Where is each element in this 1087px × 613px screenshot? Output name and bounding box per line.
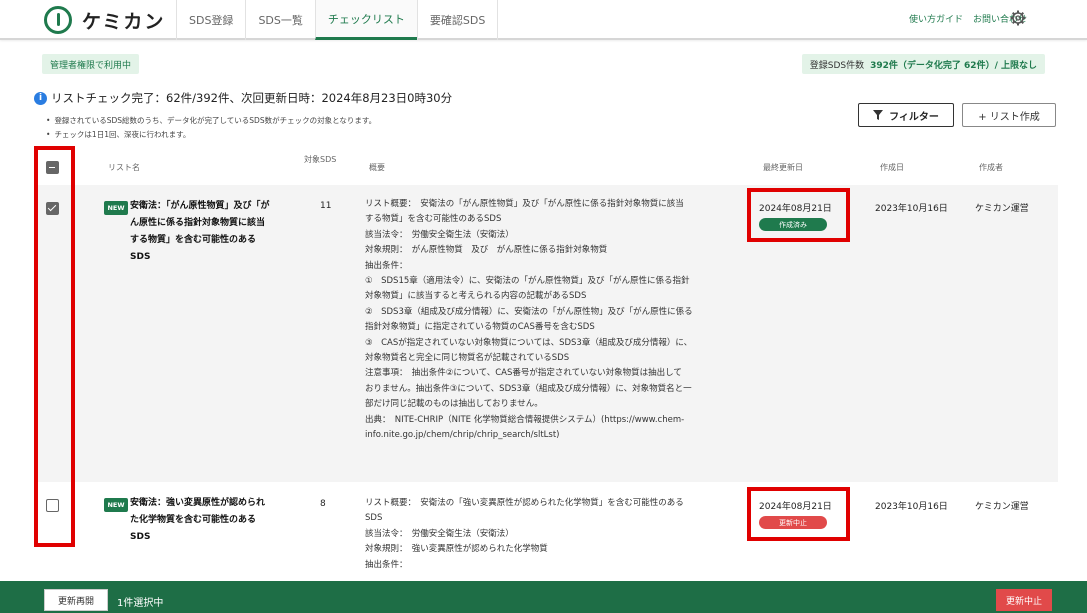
- registered-sds-label: 登録SDS件数: [809, 60, 865, 71]
- summary-line: 注意事項： 抽出条件②について、CAS番号が指定されていない対象物質は抽出して: [365, 368, 682, 379]
- list-summary: リスト概要： 安衛法の「がん原性物質」及び「がん原性に係る指針対象物質に該当 す…: [365, 197, 745, 444]
- summary-line: おりません。抽出条件③について、SDS3章（組成及び成分情報）に、対象物質名と一: [365, 383, 692, 394]
- list-name-line: 安衛法：「がん原性物質」及び「が: [130, 201, 270, 211]
- summary-line: ② SDS3章（組成及び成分情報）に、安衛法の「がん原性物」及び「がん原性に係る: [365, 306, 693, 317]
- author: ケミカン運営: [975, 204, 1029, 214]
- check-status-text: リストチェック完了：62件/392件、次回更新日時：2024年8月23日0時30…: [51, 91, 453, 105]
- logo-icon: [44, 6, 72, 34]
- table-row[interactable]: NEW 安衛法：「がん原性物質」及び「が ん原性に係る指針対象物質に該当 する物…: [34, 185, 1058, 482]
- list-name-line: SDS: [130, 532, 151, 542]
- usage-guide-link[interactable]: 使い方ガイド: [909, 12, 963, 25]
- summary-line: 出典： NITE-CHRIP（NITE 化学物質総合情報提供システム）(http…: [365, 414, 685, 425]
- summary-line: 部だけ同じ記載のものは抽出しておりません。: [365, 399, 543, 410]
- created-date: 2023年10月16日: [875, 502, 948, 512]
- tab-review-sds[interactable]: 要確認SDS: [416, 0, 499, 40]
- header-last-updated: 最終更新日: [763, 163, 803, 172]
- summary-line: 指針対象物質」に指定されている物質のCAS番号を含むSDS: [365, 322, 595, 333]
- status-note: チェックは1日1回、深夜に行われます。: [54, 128, 376, 142]
- summary-line: SDS: [365, 513, 383, 524]
- logo-text: ケミカン: [82, 10, 166, 33]
- header-created: 作成日: [880, 163, 904, 172]
- list-name-line: SDS: [130, 252, 151, 262]
- last-updated-date: 2024年08月21日: [759, 204, 832, 214]
- author: ケミカン運営: [975, 502, 1029, 512]
- summary-line: 抽出条件：: [365, 260, 408, 271]
- list-name[interactable]: 安衛法：「がん原性物質」及び「が ん原性に係る指針対象物質に該当 する物質」を含…: [130, 198, 282, 266]
- header-author: 作成者: [979, 163, 1003, 172]
- select-all-checkbox[interactable]: [46, 161, 59, 174]
- new-badge: NEW: [104, 498, 128, 512]
- summary-line: 該当法令： 労働安全衛生法（安衛法）: [365, 528, 514, 539]
- registered-sds-badge: 登録SDS件数 392件（データ化完了 62件）/ 上限なし: [801, 54, 1045, 74]
- gear-icon[interactable]: [1010, 10, 1026, 26]
- row-checkbox[interactable]: [46, 499, 59, 512]
- tab-checklist[interactable]: チェックリスト: [314, 0, 417, 40]
- filter-button[interactable]: フィルター: [858, 103, 954, 127]
- app-logo[interactable]: ケミカン: [44, 5, 165, 35]
- resume-update-button[interactable]: 更新再開: [44, 589, 108, 611]
- summary-line: 対象物質」に該当すると考えられる内容の記載があるSDS: [365, 291, 587, 302]
- main-tabs: SDS登録 SDS一覧 チェックリスト 要確認SDS: [176, 0, 499, 40]
- header-list-name: リスト名: [108, 163, 140, 172]
- filter-button-label: フィルター: [889, 111, 939, 123]
- filter-icon: [873, 110, 884, 120]
- new-badge: NEW: [104, 201, 128, 215]
- header-summary: 概要: [369, 163, 385, 172]
- summary-line: 該当法令： 労働安全衛生法（安衛法）: [365, 229, 514, 240]
- selection-count: 1件選択中: [117, 598, 164, 609]
- status-badge-created: 作成済み: [759, 218, 827, 231]
- last-updated-cell: 2024年08月21日 作成済み: [759, 201, 832, 231]
- status-notes: 登録されているSDS総数のうち、データ化が完了しているSDS数がチェックの対象と…: [54, 114, 376, 142]
- status-badge-stopped: 更新中止: [759, 516, 827, 529]
- list-name[interactable]: 安衛法：強い変異原性が認められ た化学物質を含む可能性のある SDS: [130, 495, 282, 546]
- summary-line: 抽出条件：: [365, 559, 408, 570]
- summary-line: リスト概要： 安衛法の「強い変異原性が認められた化学物質」を含む可能性のある: [365, 498, 684, 508]
- summary-line: ① SDS15章（適用法令）に、安衛法の「がん原性物質」及び「がん原性に係る指針: [365, 276, 690, 287]
- list-name-line: 安衛法：強い変異原性が認められ: [130, 498, 266, 508]
- create-list-button[interactable]: + リスト作成: [962, 103, 1056, 127]
- list-name-line: ん原性に係る指針対象物質に該当: [130, 218, 266, 228]
- summary-line: 対象物質名と完全に同じ物質名が記載されているSDS: [365, 353, 570, 364]
- created-date: 2023年10月16日: [875, 204, 948, 214]
- last-updated-cell: 2024年08月21日 更新中止: [759, 499, 832, 529]
- target-sds-count: 8: [320, 499, 326, 509]
- summary-line: リスト概要： 安衛法の「がん原性物質」及び「がん原性に係る指針対象物質に該当: [365, 199, 684, 209]
- info-icon: i: [34, 91, 47, 105]
- list-name-line: た化学物質を含む可能性のある: [130, 515, 257, 525]
- target-sds-count: 11: [320, 201, 332, 211]
- admin-mode-badge: 管理者権限で利用中: [42, 54, 140, 74]
- list-name-line: する物質」を含む可能性のある: [130, 235, 257, 245]
- summary-line: 対象規則： 強い変異原性が認められた化学物質: [365, 544, 548, 555]
- summary-line: ③ CASが指定されていない対象物質については、SDS3章（組成及び成分情報）に…: [365, 337, 693, 348]
- tab-sds-register[interactable]: SDS登録: [176, 0, 245, 40]
- status-note: 登録されているSDS総数のうち、データ化が完了しているSDS数がチェックの対象と…: [54, 114, 376, 128]
- row-checkbox[interactable]: [46, 202, 59, 215]
- top-navigation-bar: ケミカン SDS登録 SDS一覧 チェックリスト 要確認SDS 使い方ガイド お…: [0, 0, 1087, 40]
- stop-update-button[interactable]: 更新中止: [996, 589, 1052, 611]
- last-updated-date: 2024年08月21日: [759, 502, 832, 512]
- tab-sds-list[interactable]: SDS一覧: [245, 0, 314, 40]
- table-row[interactable]: NEW 安衛法：強い変異原性が認められ た化学物質を含む可能性のある SDS 8…: [34, 486, 1058, 580]
- check-status: i リストチェック完了：62件/392件、次回更新日時：2024年8月23日0時…: [34, 90, 452, 106]
- list-summary: リスト概要： 安衛法の「強い変異原性が認められた化学物質」を含む可能性のある S…: [365, 496, 745, 573]
- header-target-sds: 対象SDS: [304, 155, 337, 164]
- table-header: リスト名 対象SDS 概要 最終更新日 作成日 作成者: [34, 150, 1058, 184]
- summary-line: する物質」を含む可能性のあるSDS: [365, 214, 502, 225]
- summary-line: 対象規則： がん原性物質 及び がん原性に係る指針対象物質: [365, 245, 608, 256]
- summary-line: info.nite.go.jp/chem/chrip/chrip_search/…: [365, 430, 560, 441]
- registered-sds-value: 392件（データ化完了 62件）/ 上限なし: [870, 60, 1037, 71]
